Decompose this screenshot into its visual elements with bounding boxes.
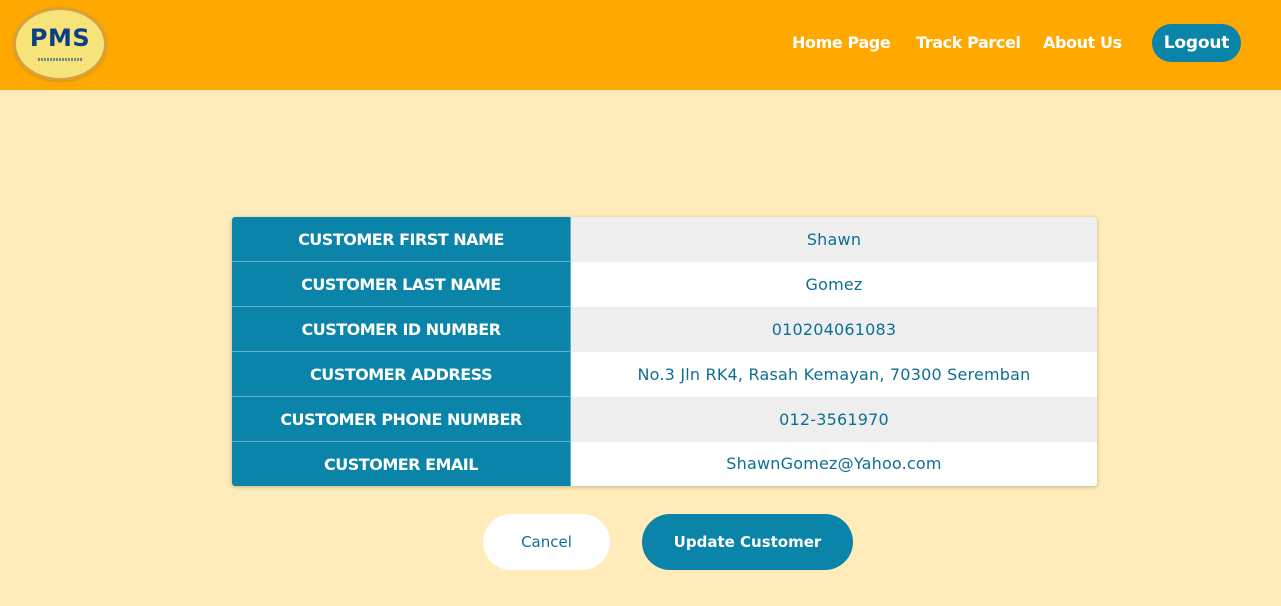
- row-label-id-number: CUSTOMER ID NUMBER: [232, 306, 571, 352]
- table-row: CUSTOMER LAST NAME Gomez: [232, 261, 1097, 307]
- row-value-email: ShawnGomez@Yahoo.com: [570, 441, 1097, 486]
- row-label-email: CUSTOMER EMAIL: [232, 441, 571, 486]
- row-value-id-number: 010204061083: [570, 306, 1097, 352]
- nav-home-page[interactable]: Home Page: [792, 33, 891, 53]
- table-row: CUSTOMER EMAIL ShawnGomez@Yahoo.com: [232, 441, 1097, 486]
- row-label-address: CUSTOMER ADDRESS: [232, 351, 571, 397]
- logout-button[interactable]: Logout: [1152, 24, 1241, 62]
- table-row: CUSTOMER ID NUMBER 010204061083: [232, 306, 1097, 352]
- nav-about-us[interactable]: About Us: [1043, 33, 1122, 53]
- row-label-phone: CUSTOMER PHONE NUMBER: [232, 396, 571, 442]
- nav-track-parcel[interactable]: Track Parcel: [916, 33, 1021, 53]
- logo-tagline-graphic: [38, 58, 82, 61]
- table-row: CUSTOMER PHONE NUMBER 012-3561970: [232, 396, 1097, 442]
- row-value-last-name: Gomez: [570, 261, 1097, 307]
- cancel-button[interactable]: Cancel: [483, 514, 610, 570]
- row-label-last-name: CUSTOMER LAST NAME: [232, 261, 571, 307]
- table-row: CUSTOMER ADDRESS No.3 Jln RK4, Rasah Kem…: [232, 351, 1097, 397]
- row-value-phone: 012-3561970: [570, 396, 1097, 442]
- row-value-address: No.3 Jln RK4, Rasah Kemayan, 70300 Serem…: [570, 351, 1097, 397]
- logo-text: PMS: [29, 24, 91, 52]
- top-navbar: PMS Home Page Track Parcel About Us Logo…: [0, 0, 1281, 90]
- update-customer-button[interactable]: Update Customer: [642, 514, 853, 570]
- pms-logo[interactable]: PMS: [13, 7, 107, 81]
- customer-details-table: CUSTOMER FIRST NAME Shawn CUSTOMER LAST …: [232, 217, 1097, 486]
- row-label-first-name: CUSTOMER FIRST NAME: [232, 217, 571, 262]
- table-row: CUSTOMER FIRST NAME Shawn: [232, 217, 1097, 262]
- row-value-first-name: Shawn: [570, 217, 1097, 262]
